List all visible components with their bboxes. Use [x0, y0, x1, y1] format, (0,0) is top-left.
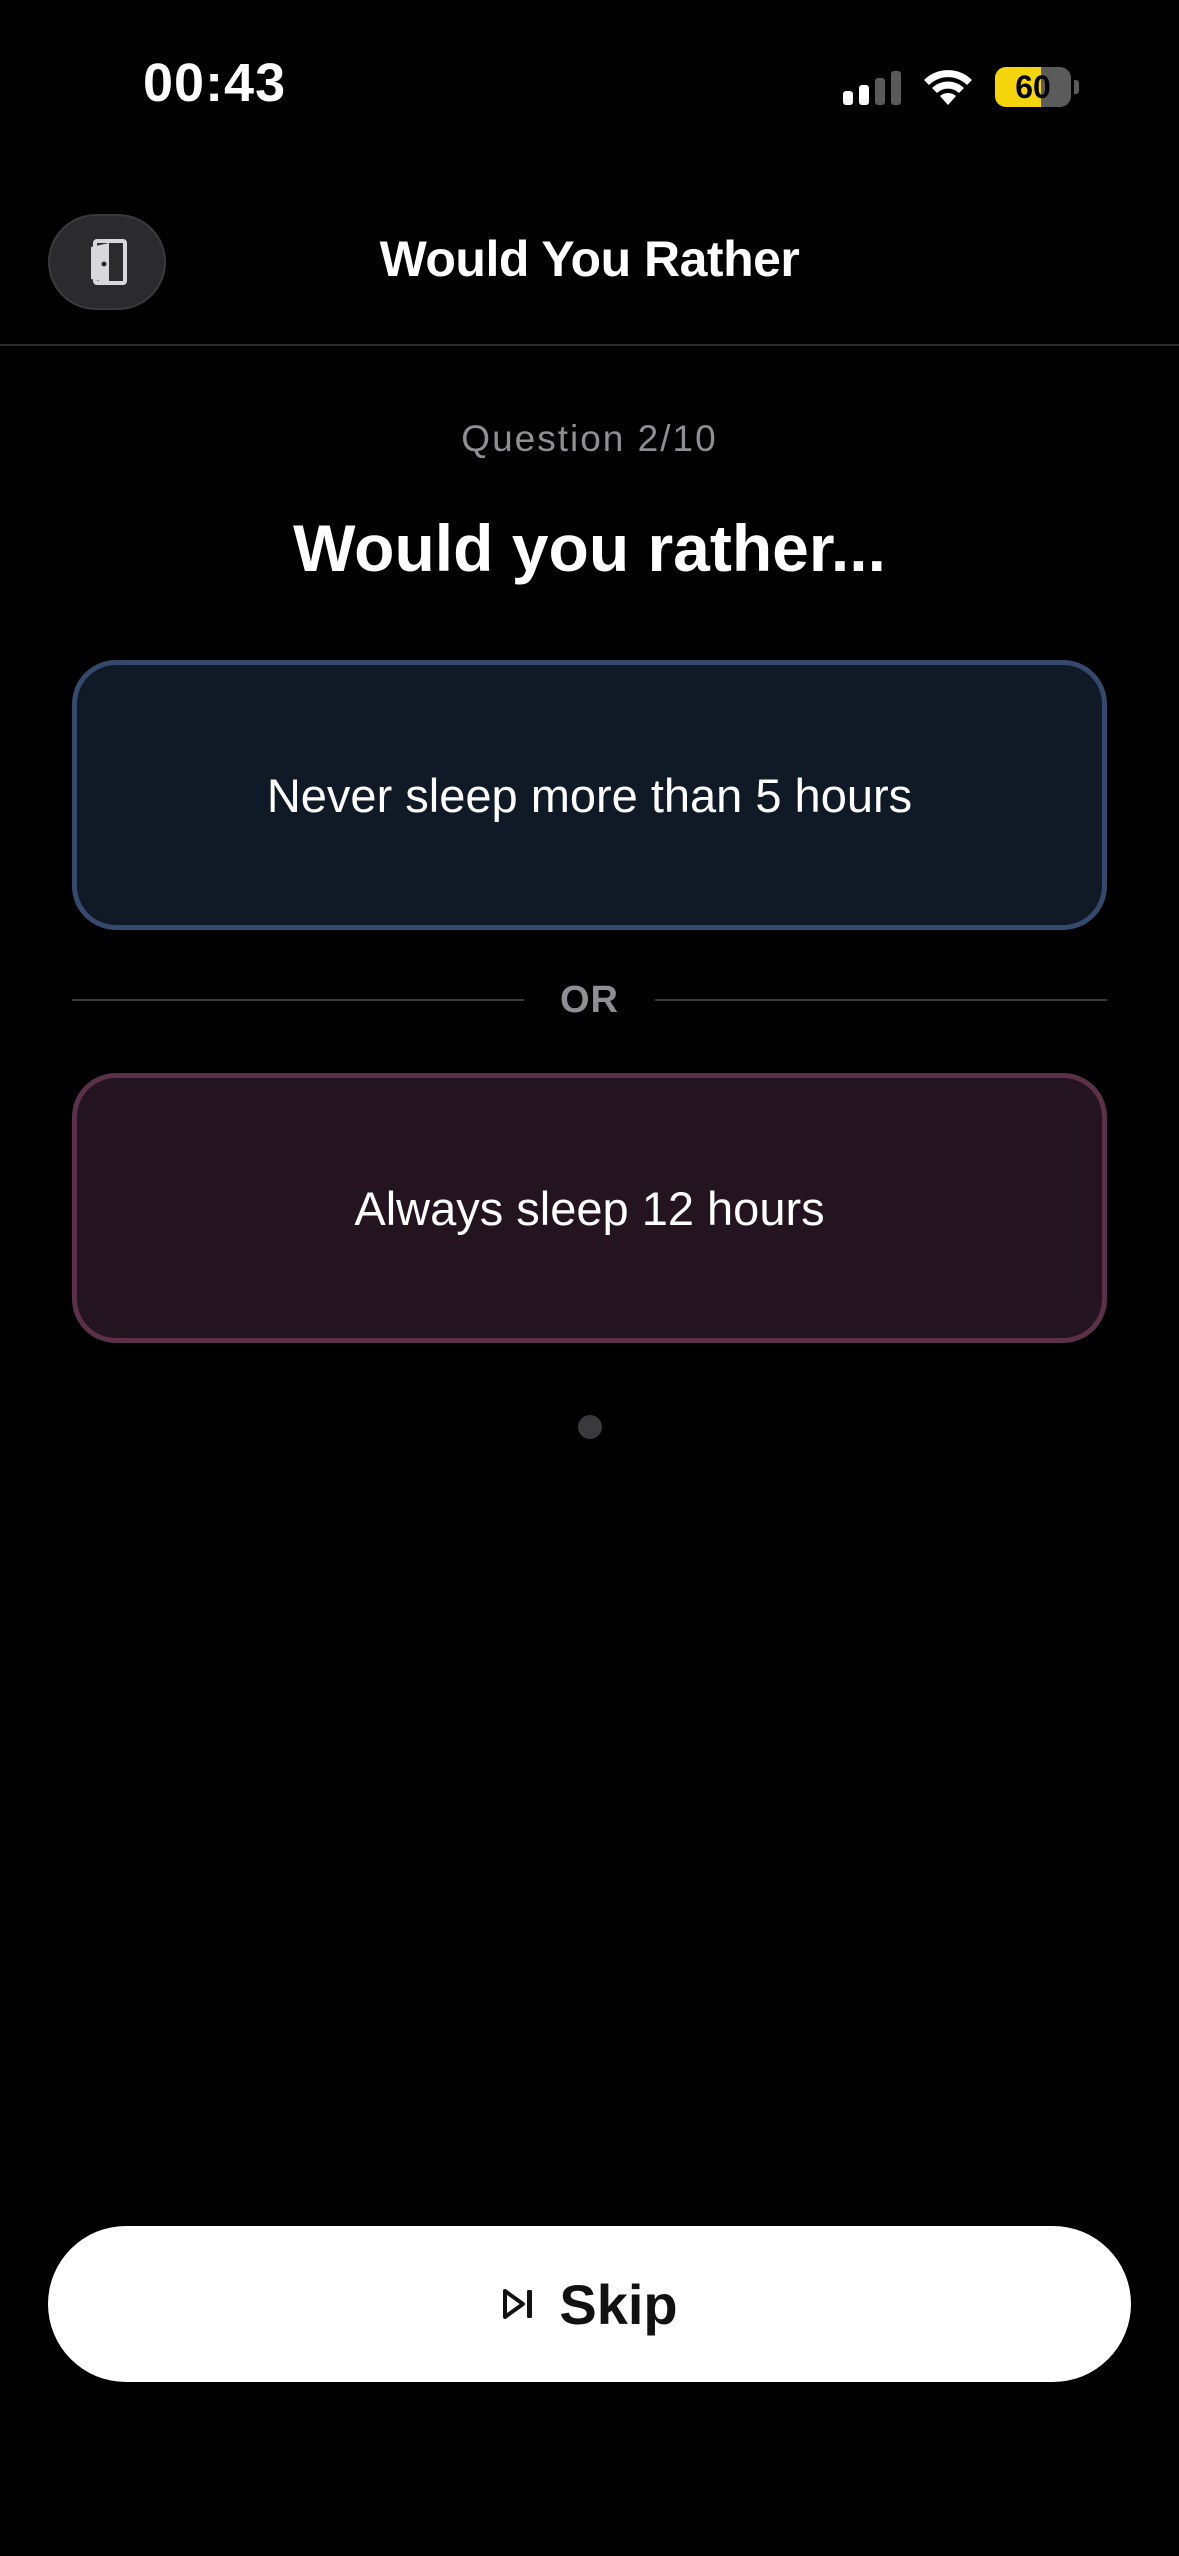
option-b-label: Always sleep 12 hours: [354, 1181, 825, 1235]
battery-icon: 60: [995, 67, 1071, 107]
status-indicators: 60: [843, 66, 1079, 108]
option-b-card[interactable]: Always sleep 12 hours: [72, 1073, 1107, 1343]
divider: [655, 999, 1107, 1001]
status-time: 00:43: [143, 53, 287, 113]
skip-button[interactable]: Skip: [48, 2226, 1131, 2382]
option-a-label: Never sleep more than 5 hours: [266, 768, 913, 822]
page-title: Would You Rather: [379, 231, 800, 287]
divider: [72, 999, 524, 1001]
skip-forward-icon: [503, 2289, 533, 2319]
or-separator: OR: [72, 970, 1107, 1030]
progress-dot: [578, 1415, 602, 1439]
battery-level: 60: [1015, 68, 1051, 105]
or-label: OR: [560, 978, 619, 1021]
screen: 00:43 60 Would You Rather Question 2/10 …: [0, 0, 1179, 2556]
option-a-card[interactable]: Never sleep more than 5 hours: [72, 660, 1107, 930]
question-counter: Question 2/10: [461, 418, 718, 459]
cellular-signal-icon: [843, 69, 901, 105]
wifi-icon: [924, 70, 972, 105]
skip-label: Skip: [559, 2272, 678, 2336]
question-prompt: Would you rather...: [293, 511, 886, 585]
header: Would You Rather: [0, 200, 1179, 346]
